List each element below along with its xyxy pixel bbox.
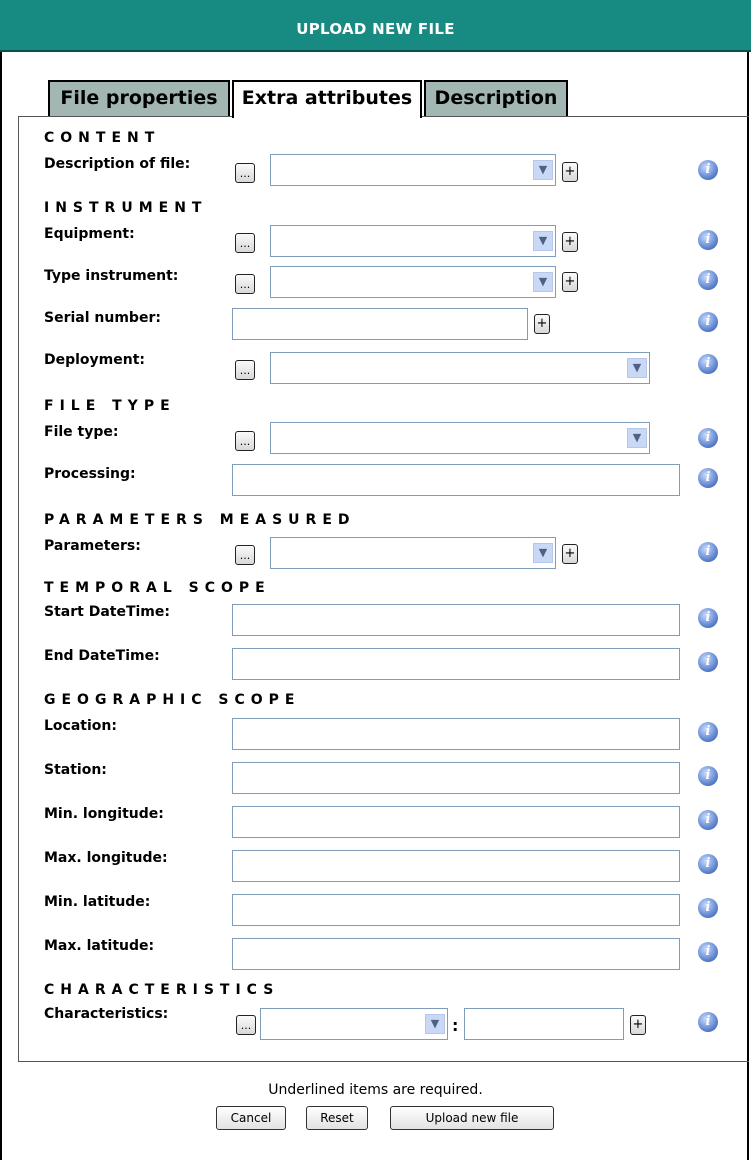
required-note: Underlined items are required. [268,1082,483,1098]
upload-new-file-button[interactable]: Upload new file [390,1106,554,1130]
tab-description[interactable]: Description [424,80,568,116]
tab-file-properties[interactable]: File properties [48,80,230,116]
tab-extra-attributes[interactable]: Extra attributes [232,80,422,118]
title-bar: UPLOAD NEW FILE [0,0,751,52]
dialog-title: UPLOAD NEW FILE [296,20,455,38]
cancel-button[interactable]: Cancel [216,1106,286,1130]
reset-button[interactable]: Reset [306,1106,368,1130]
extra-attributes-panel [18,116,749,1062]
